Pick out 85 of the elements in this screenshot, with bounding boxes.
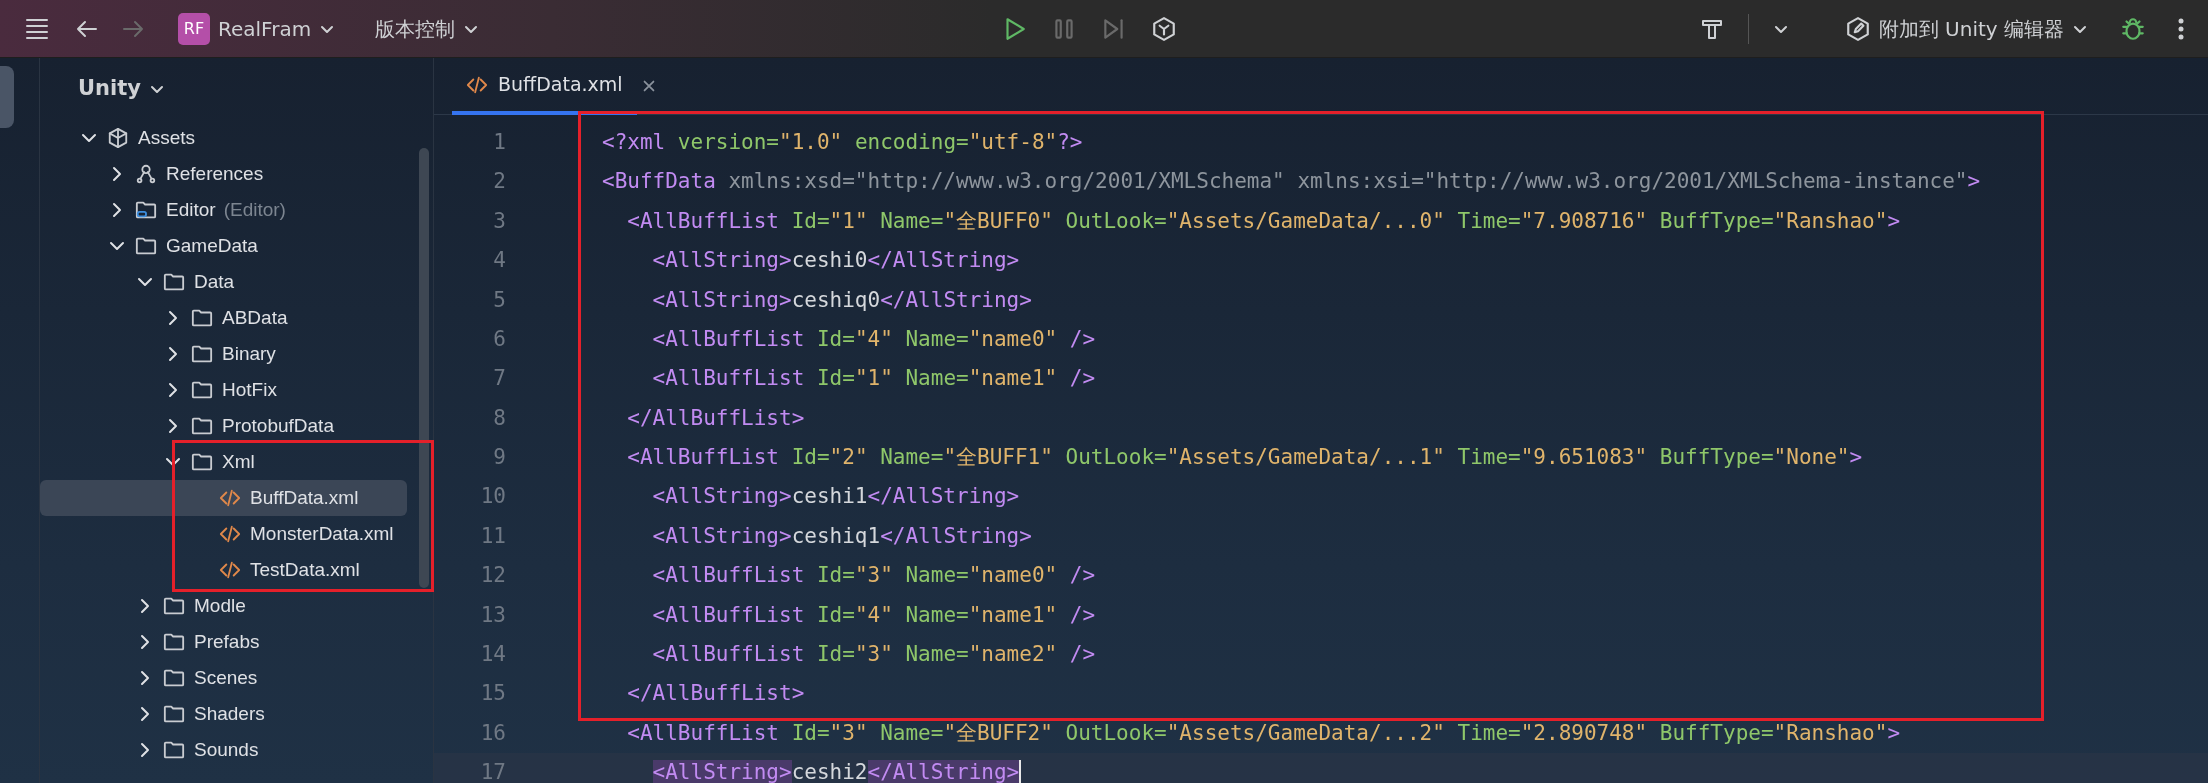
code-line: <AllBuffList Id="3" Name="全BUFF2" OutLook="Assets/GameData/...2" Time="2.890748" BuffType="Ranshao"> [626,719,1901,747]
code-tag-icon [218,559,242,581]
code-line: </AllBuffList> [626,404,805,432]
text-cursor [1019,759,1022,783]
line-number: 1 [492,128,506,156]
line-number: 11 [479,522,506,550]
vcs-label: 版本控制 [375,15,456,43]
code-line: <AllBuffList Id="1" Name="全BUFF0" OutLook="Assets/GameData/...0" Time="7.908716" BuffType="Ranshao"> [626,207,1901,235]
tree-item[interactable]: ABData [40,300,407,336]
folder-icon [190,307,214,329]
tree-item[interactable]: Prefabs [40,624,407,660]
line-number: 5 [492,286,506,314]
line-number: 17 [479,759,506,783]
project-view-selector[interactable]: Unity [78,73,165,105]
tree-item[interactable]: HotFix [40,372,407,408]
code-line: <AllString>ceshi1</AllString> [651,483,1020,511]
line-number: 12 [479,562,506,590]
tree-item[interactable]: Xml [40,444,407,480]
tree-item[interactable]: Binary [40,336,407,372]
code-line: </AllBuffList> [626,680,805,708]
folder-icon [162,703,186,725]
tree-item[interactable]: Assets [40,120,407,156]
code-tag-icon [218,523,242,545]
code-line: <AllString>ceshi0</AllString> [651,247,1020,275]
line-number: 3 [492,207,506,235]
tree-item[interactable]: ProtobufData [40,408,407,444]
folder-icon [162,595,186,617]
line-number: 9 [492,444,506,472]
line-number: 13 [479,601,506,629]
folder-icon [162,667,186,689]
folder-icon [162,271,186,293]
code-line: <AllString>ceshi2</AllString> [651,759,1020,783]
code-tag-icon [218,487,242,509]
project-selector[interactable]: RF RealFram [170,8,344,49]
line-number: 15 [479,680,506,708]
attach-label: 附加到 Unity 编辑器 [1878,15,2064,43]
node-graph-icon [134,163,158,185]
code-line: <?xml version="1.0" encoding="utf-8"?> [602,128,1083,156]
tree-item[interactable]: Scenes [40,660,407,696]
bug-icon [2120,15,2146,42]
more-icon [2178,16,2184,41]
folder-icon [190,343,214,365]
folder-icon [162,739,186,761]
tree-item[interactable]: Editor (Editor) [40,192,407,228]
project-badge: RF [178,12,210,45]
line-number: 8 [492,404,506,432]
tree-item[interactable]: TestData.xml [40,552,407,588]
line-number: 7 [492,365,506,393]
project-name: RealFram [218,15,312,43]
code-line: <AllString>ceshiq1</AllString> [651,522,1032,550]
tree-item[interactable]: Shaders [40,696,407,732]
line-number: 16 [479,719,506,747]
code-line: <AllString>ceshiq0</AllString> [651,286,1032,314]
line-number: 10 [479,483,506,511]
unity-cube-icon [1151,15,1178,42]
unity-cube-icon [106,127,130,149]
tree-item[interactable]: MonsterData.xml [40,516,407,552]
tree-item[interactable]: Data [40,264,407,300]
scrollbar[interactable] [419,148,429,588]
attach-button[interactable]: 附加到 Unity 编辑器 [1836,9,2096,48]
folder-icon [162,631,186,653]
folder-icon [190,451,214,473]
folder-icon [190,379,214,401]
folder-icon [134,199,158,221]
code-line: <AllBuffList Id="2" Name="全BUFF1" OutLook="Assets/GameData/...1" Time="9.651083" BuffType="None"> [626,444,1863,472]
line-number: 2 [492,168,506,196]
code-line: <AllBuffList Id="3" Name="name2" /> [651,641,1096,668]
tree-item[interactable]: References [40,156,407,192]
tree-item[interactable]: Sounds [40,732,407,768]
code-line: <AllBuffList Id="4" Name="name0" /> [651,325,1096,353]
code-line: <AllBuffList Id="4" Name="name1" /> [651,601,1096,629]
tree-item[interactable]: GameData [40,228,407,264]
code-line: <BuffData xmlns:xsd="http://www.w3.org/2001/XMLSchema" xmlns:xsi="http://www.w3.org/2001/XMLSchema-instance"> [602,168,1981,196]
vcs-menu[interactable]: 版本控制 [367,9,488,48]
folder-icon [134,235,158,257]
tree-item[interactable]: Modle [40,588,407,624]
line-number: 14 [479,641,506,668]
line-number: 4 [492,247,506,275]
folder-icon [190,415,214,437]
editor-tab[interactable]: BuffData.xml [452,58,637,115]
code-line: <AllBuffList Id="3" Name="name0" /> [651,562,1096,590]
hexagon-pen-icon [1844,15,1871,42]
tree-item[interactable]: BuffData.xml [40,480,407,516]
line-number: 6 [492,325,506,353]
code-line: <AllBuffList Id="1" Name="name1" /> [651,365,1096,393]
